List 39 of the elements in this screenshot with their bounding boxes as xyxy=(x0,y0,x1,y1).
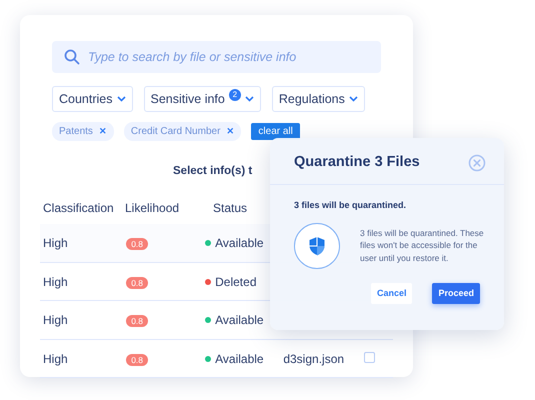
column-header: Status xyxy=(213,201,248,216)
search-icon xyxy=(64,49,80,65)
table-cell-text: High xyxy=(42,312,69,329)
filter-dropdown[interactable]: Countries xyxy=(52,86,132,112)
table-cell-text: High xyxy=(42,235,69,252)
count-badge: 2 xyxy=(228,89,241,101)
filter-dropdown[interactable]: Regulations xyxy=(272,86,365,112)
status-text: Available xyxy=(215,236,264,250)
remove-button[interactable]: ✕ xyxy=(98,124,107,138)
proceed-button[interactable]: Proceed xyxy=(432,282,480,304)
dialog-subtitle: 3 files will be quarantined. xyxy=(294,199,408,212)
dialog-title: Quarantine 3 Files xyxy=(294,154,420,172)
tag-label: Credit Card Number xyxy=(130,125,220,139)
status-text: Deleted xyxy=(215,274,256,288)
column-header: Classification xyxy=(43,201,114,216)
remove-button[interactable]: ✕ xyxy=(226,124,234,138)
likelihood-badge: 0.8 xyxy=(126,238,148,250)
likelihood-badge: 0.8 xyxy=(126,315,148,327)
file-name: d3sign.json xyxy=(283,352,344,366)
likelihood-badge: 0.8 xyxy=(126,276,148,288)
search-field[interactable]: Type to search by file or sensitive info xyxy=(52,41,381,73)
clear-all-button[interactable]: clear all xyxy=(251,123,300,140)
close-icon[interactable] xyxy=(468,154,486,172)
dialog-message: 3 files will be quarantined. These files won't be accessible for the user until you restore it. xyxy=(360,227,485,264)
table-cell-text: High xyxy=(42,350,69,368)
shield-icon xyxy=(308,236,326,256)
cancel-button[interactable]: Cancel xyxy=(370,282,412,304)
table-cell-text: High xyxy=(42,274,69,290)
column-header: Likelihood xyxy=(125,201,180,216)
chevron-down-icon xyxy=(116,96,126,102)
chevron-down-icon xyxy=(244,96,254,102)
checkbox[interactable] xyxy=(364,352,376,362)
status-text: Available xyxy=(215,352,264,366)
filter-dropdown[interactable]: Sensitive info 2 xyxy=(144,86,261,112)
likelihood-badge: 0.8 xyxy=(126,354,148,366)
status-text: Available xyxy=(215,313,264,327)
tag-label: Patents xyxy=(59,125,93,139)
chevron-down-icon xyxy=(348,96,358,102)
table-title: Select info(s) t xyxy=(173,164,252,179)
